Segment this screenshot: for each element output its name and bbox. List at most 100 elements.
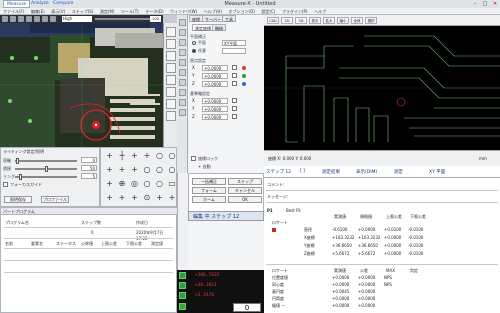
element-tool-button[interactable]: + — [128, 150, 141, 162]
settings-icon[interactable] — [50, 16, 56, 22]
camera-icon[interactable] — [2, 16, 8, 22]
y-axis-lock-icon[interactable] — [179, 282, 186, 289]
edge-tool-icon[interactable] — [166, 63, 176, 73]
light-save-button[interactable]: 照明保存 — [4, 196, 32, 203]
maximize-button[interactable]: □ — [480, 0, 490, 8]
construct-icon[interactable] — [179, 89, 186, 96]
plane-radio[interactable] — [192, 41, 196, 45]
z-axis-lock-icon[interactable] — [179, 292, 186, 299]
element-tool-button[interactable]: ⊕ — [116, 178, 129, 190]
element-tool-button[interactable]: ◎ — [128, 178, 141, 190]
element-tool-button[interactable]: + — [153, 192, 166, 204]
origin-y-input[interactable]: +0.0000 — [202, 73, 228, 79]
ring-slider[interactable] — [15, 176, 77, 178]
element-tool-button[interactable]: ┼ — [116, 150, 129, 162]
axis-x-checkbox[interactable] — [232, 98, 237, 103]
element-tool-button[interactable]: + — [103, 150, 116, 162]
origin-x-checkbox[interactable] — [232, 65, 237, 70]
angle-icon[interactable] — [179, 79, 186, 86]
form-button[interactable]: フォーム — [192, 187, 226, 194]
cad-tool-button[interactable]: 表示 — [309, 17, 321, 24]
transmit-slider-thumb[interactable] — [45, 166, 48, 172]
camera-view[interactable] — [0, 23, 163, 147]
element-tool-button[interactable]: + — [128, 164, 141, 176]
minimize-button[interactable]: – — [470, 0, 480, 8]
origin-z-input[interactable]: +0.0000 — [202, 81, 228, 87]
light-profile-button[interactable]: プロファイル — [41, 196, 69, 203]
element-tool-button[interactable]: ⊙ — [141, 192, 154, 204]
element-tool-button[interactable]: + — [103, 178, 116, 190]
element-tool-button[interactable]: + — [103, 192, 116, 204]
plane-icon[interactable] — [179, 59, 186, 66]
pan-tool-icon[interactable] — [166, 39, 176, 49]
coord-lock-checkbox[interactable] — [191, 156, 196, 161]
cad-tool-button[interactable]: CAD — [267, 17, 279, 24]
circle-tool-icon[interactable] — [166, 75, 176, 85]
plane-select[interactable]: XY平面 — [222, 40, 246, 46]
ring-value[interactable]: 5 — [81, 173, 97, 179]
step-button[interactable]: ステップ — [228, 178, 262, 185]
grid-icon[interactable] — [26, 16, 32, 22]
focus-guide-checkbox[interactable] — [3, 182, 8, 187]
home-button[interactable]: ホーム — [192, 196, 226, 203]
report-icon[interactable] — [179, 109, 186, 116]
snapshot-icon[interactable] — [10, 16, 16, 22]
element-tool-button[interactable]: + — [141, 150, 154, 162]
crosshair-icon[interactable] — [34, 16, 40, 22]
line-tool-icon[interactable] — [166, 87, 176, 97]
origin-z-checkbox[interactable] — [232, 81, 237, 86]
arc-icon[interactable] — [179, 49, 186, 56]
cancel-button[interactable]: キャンセル — [228, 187, 262, 194]
measure-tool-icon[interactable] — [166, 111, 176, 121]
cad-tool-button[interactable]: 拡大 — [323, 17, 335, 24]
bulk-correct-button[interactable]: 一括補正 — [192, 178, 226, 185]
element-tool-button[interactable]: + — [128, 192, 141, 204]
tab-tool[interactable]: 工具 — [222, 15, 236, 22]
any-select[interactable] — [222, 48, 246, 54]
zoom-tool-icon[interactable] — [166, 51, 176, 61]
record-icon[interactable] — [18, 16, 24, 22]
cad-tool-button[interactable]: 選択 — [365, 17, 377, 24]
datum-icon[interactable] — [179, 99, 186, 106]
box-tool-icon[interactable] — [166, 99, 176, 109]
origin-x-input[interactable]: +0.0000 — [202, 65, 228, 71]
circle-icon[interactable] — [179, 39, 186, 46]
cad-view[interactable] — [264, 26, 500, 150]
tab-coordinate[interactable]: 座標 — [189, 15, 203, 22]
ok-button[interactable]: OK — [228, 196, 262, 203]
cad-tool-button[interactable]: 縮小 — [337, 17, 349, 24]
coaxial-slider-thumb[interactable] — [16, 158, 19, 164]
x-axis-lock-icon[interactable] — [179, 272, 186, 279]
zoom-fit-icon[interactable] — [42, 16, 48, 22]
cad-tool-button[interactable]: 全体 — [351, 17, 363, 24]
subtab-measure-coord[interactable]: 測定座標 — [192, 24, 214, 31]
axis-y-checkbox[interactable] — [232, 106, 237, 111]
axis-y-input[interactable]: +0.0000 — [202, 106, 228, 112]
element-tool-button[interactable]: ○ — [141, 164, 154, 176]
zoom-select[interactable]: High — [62, 16, 92, 22]
axis-z-input[interactable]: +0.0000 — [202, 114, 228, 120]
point-icon[interactable] — [179, 19, 186, 26]
element-tool-button[interactable]: ○ — [153, 178, 166, 190]
cad-tool-button[interactable]: 2D — [281, 17, 293, 24]
coaxial-slider[interactable] — [15, 160, 77, 162]
cad-tool-button[interactable]: 3D — [295, 17, 307, 24]
element-tool-button[interactable]: + — [103, 164, 116, 176]
distance-icon[interactable] — [179, 69, 186, 76]
check-icon[interactable] — [179, 303, 186, 310]
element-tool-button[interactable]: + — [116, 192, 129, 204]
ring-slider-thumb[interactable] — [19, 174, 22, 180]
axis-z-checkbox[interactable] — [232, 114, 237, 119]
element-tool-button[interactable]: ○ — [141, 178, 154, 190]
tab-server[interactable]: サーバー — [202, 15, 224, 22]
close-button[interactable]: ✕ — [490, 0, 500, 8]
element-tool-button[interactable]: ○ — [153, 164, 166, 176]
auto-label[interactable]: + 自動 — [198, 164, 211, 170]
origin-y-checkbox[interactable] — [232, 73, 237, 78]
transmit-value[interactable]: 50 — [81, 165, 97, 171]
axis-x-input[interactable]: +0.0000 — [202, 98, 228, 104]
any-radio[interactable] — [192, 49, 196, 53]
element-tool-button[interactable]: + — [116, 164, 129, 176]
line-icon[interactable] — [179, 29, 186, 36]
pointer-tool-icon[interactable] — [166, 27, 176, 37]
